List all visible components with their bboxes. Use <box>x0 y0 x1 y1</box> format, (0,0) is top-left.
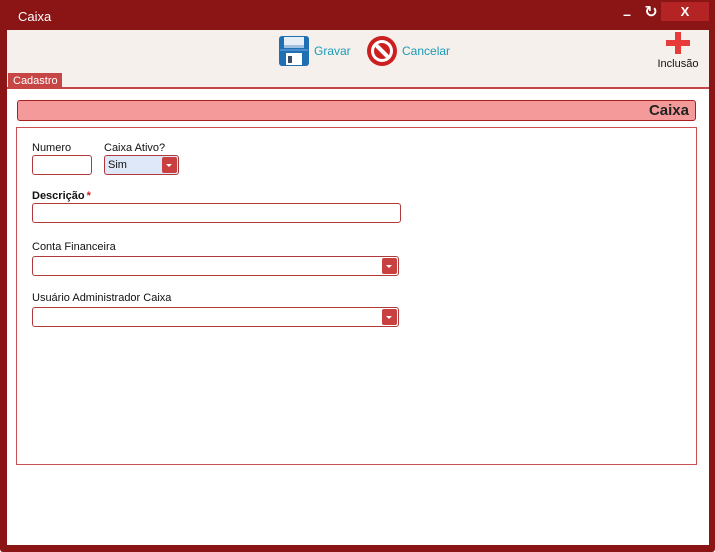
numero-field[interactable] <box>32 155 92 175</box>
tab-cadastro[interactable]: Cadastro <box>8 73 62 89</box>
usuario-admin-label: Usuário Administrador Caixa <box>32 292 172 304</box>
new-record-label: Inclusão <box>657 58 699 70</box>
plus-icon <box>666 32 690 54</box>
minimize-button[interactable]: – <box>620 4 634 24</box>
descricao-field[interactable] <box>32 203 401 223</box>
descricao-label-text: Descrição <box>32 190 85 202</box>
section-title: Caixa <box>648 102 689 119</box>
usuario-admin-select[interactable] <box>32 307 399 327</box>
cancel-label: Cancelar <box>402 44 451 58</box>
new-record-button[interactable]: Inclusão <box>653 30 703 72</box>
section-header: Caixa <box>17 100 696 121</box>
floppy-disk-icon <box>279 36 309 66</box>
tab-strip: Cadastro <box>7 73 709 89</box>
caixa-ativo-value: Sim <box>108 159 127 171</box>
conta-financeira-label: Conta Financeira <box>32 241 116 253</box>
save-label: Gravar <box>314 44 351 58</box>
window-content: Gravar Cancelar Inclusão Cadastro Caixa … <box>7 30 709 545</box>
caixa-ativo-label: Caixa Ativo? <box>104 142 166 154</box>
close-button[interactable]: X <box>661 2 709 21</box>
save-button[interactable]: Gravar <box>278 34 351 68</box>
numero-label: Numero <box>32 142 72 154</box>
window-title: Caixa <box>18 9 52 24</box>
no-entry-icon <box>367 36 397 66</box>
chevron-down-icon[interactable] <box>382 309 397 325</box>
caixa-ativo-select[interactable]: Sim <box>104 155 179 175</box>
title-bar[interactable]: Caixa – ↻ X <box>0 0 715 30</box>
restore-button[interactable]: ↻ <box>641 3 661 23</box>
chevron-down-icon[interactable] <box>382 258 397 274</box>
app-window: Caixa – ↻ X Gravar Cancelar Inclusão Cad… <box>0 0 715 552</box>
cancel-button[interactable]: Cancelar <box>366 34 450 68</box>
required-marker: * <box>86 190 91 202</box>
toolbar: Gravar Cancelar Inclusão <box>7 30 709 73</box>
descricao-label: Descrição * <box>32 190 91 202</box>
conta-financeira-select[interactable] <box>32 256 399 276</box>
chevron-down-icon[interactable] <box>162 157 177 173</box>
form-panel: Numero Caixa Ativo? Sim Descrição * Conta… <box>16 127 697 465</box>
